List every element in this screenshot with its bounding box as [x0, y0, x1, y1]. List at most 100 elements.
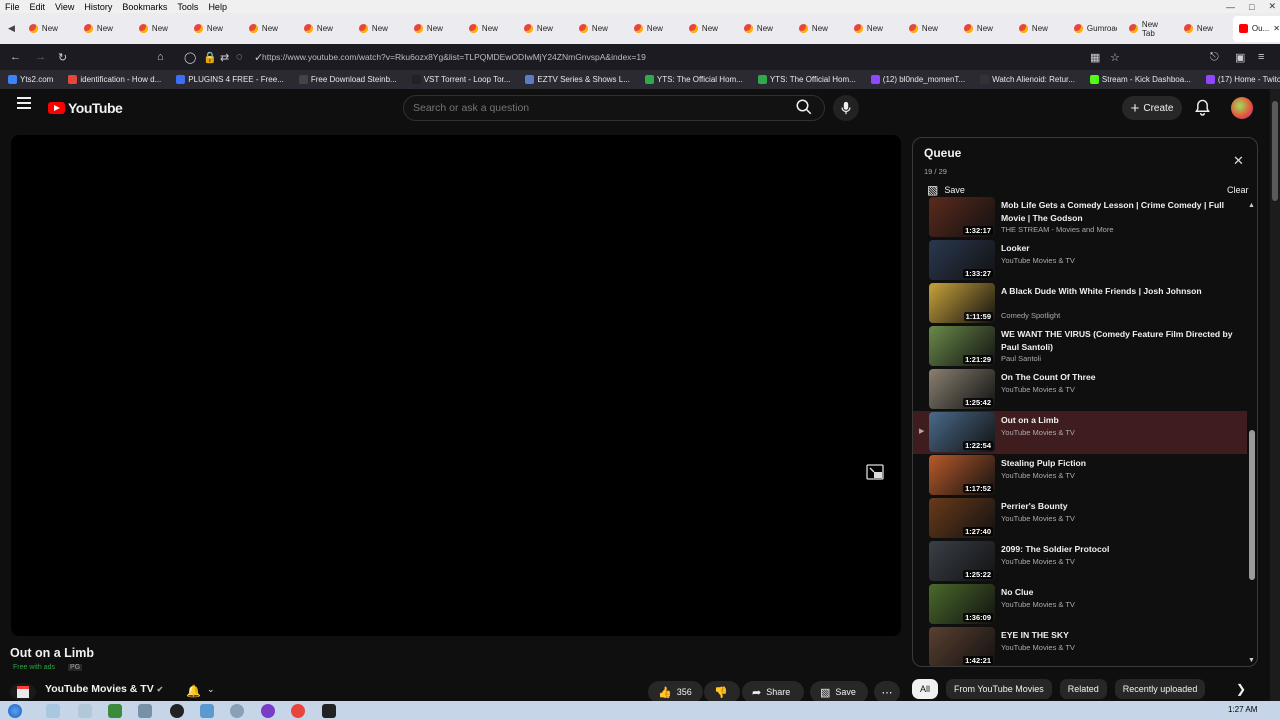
filter-chip[interactable]: From YouTube Movies [946, 679, 1052, 699]
queue-thumbnail[interactable]: 1:17:52 [929, 455, 995, 495]
menu-help[interactable]: Help [203, 2, 232, 12]
bookmark-item[interactable]: Yts2.com [0, 75, 60, 84]
queue-scrollbar[interactable]: ▲ ▼ [1248, 202, 1255, 666]
extensions-icon[interactable]: ⎋ [1210, 44, 1219, 70]
queue-thumbnail[interactable]: 1:22:54 [929, 412, 995, 452]
autoplay-icon[interactable]: ◌ [236, 44, 243, 70]
app-icon[interactable] [200, 704, 214, 718]
search-input[interactable] [413, 102, 773, 114]
menu-history[interactable]: History [79, 2, 117, 12]
avatar[interactable] [1231, 97, 1253, 119]
browser-tab[interactable]: New [1013, 13, 1068, 44]
menu-bookmarks[interactable]: Bookmarks [117, 2, 172, 12]
browser-tab[interactable]: New [78, 13, 133, 44]
menu-file[interactable]: File [0, 2, 25, 12]
browser-tab[interactable]: New [133, 13, 188, 44]
queue-thumbnail[interactable]: 1:21:29 [929, 326, 995, 366]
browser-tab[interactable]: New [298, 13, 353, 44]
chevron-down-icon[interactable]: ⌄ [207, 684, 215, 695]
bookmark-item[interactable]: Stream - Kick Dashboa... [1082, 75, 1198, 84]
queue-item-title[interactable]: WE WANT THE VIRUS (Comedy Feature Film D… [1001, 328, 1236, 353]
save-button[interactable]: ▧ Save [810, 681, 868, 703]
notification-bell-icon[interactable]: 🔔 [186, 684, 201, 698]
home-icon[interactable]: ⌂ [157, 44, 164, 70]
close-window-icon[interactable]: ✕ [1268, 1, 1276, 12]
browser-tab[interactable]: New [573, 13, 628, 44]
bookmark-item[interactable]: Free Download Steinb... [291, 75, 404, 84]
queue-item[interactable]: 1:25:22 2099: The Soldier Protocol YouTube… [913, 540, 1247, 583]
channel-avatar[interactable] [10, 683, 36, 701]
video-player[interactable] [11, 135, 901, 636]
browser-tab[interactable]: New [793, 13, 848, 44]
menu-view[interactable]: View [50, 2, 79, 12]
filter-chip[interactable]: All [912, 679, 939, 699]
dislike-button[interactable]: 👎 [704, 681, 740, 703]
bookmark-item[interactable]: YTS: The Official Hom... [750, 75, 863, 84]
app-icon[interactable] [230, 704, 244, 718]
bookmark-item[interactable]: YTS: The Official Hom... [637, 75, 750, 84]
queue-item[interactable]: 1:32:17 Mob Life Gets a Comedy Lesson | C… [913, 196, 1247, 239]
queue-item[interactable]: 1:33:27 Looker YouTube Movies & TV [913, 239, 1247, 282]
page-scrollbar[interactable] [1270, 89, 1280, 701]
browser-tab[interactable]: New [628, 13, 683, 44]
app-icon[interactable] [108, 704, 122, 718]
queue-thumbnail[interactable]: 1:32:17 [929, 197, 995, 237]
reader-view-icon[interactable]: ▦ [1090, 44, 1100, 70]
more-actions-button[interactable]: ⋯ [874, 681, 900, 703]
url-bar[interactable]: https://www.youtube.com/watch?v=Rku6ozx8… [262, 44, 646, 70]
queue-thumbnail[interactable]: 1:33:27 [929, 240, 995, 280]
browser-tab[interactable]: New [848, 13, 903, 44]
app-icon[interactable] [170, 704, 184, 718]
browser-tab[interactable]: Gumroad [1068, 13, 1123, 44]
browser-tab[interactable]: New [353, 13, 408, 44]
queue-item[interactable]: 1:36:09 No Clue YouTube Movies & TV [913, 583, 1247, 626]
queue-save-button[interactable]: ▧ Save [927, 183, 965, 197]
queue-thumbnail[interactable]: 1:25:22 [929, 541, 995, 581]
explorer-icon[interactable] [46, 704, 60, 718]
menu-edit[interactable]: Edit [25, 2, 51, 12]
queue-item-title[interactable]: On The Count Of Three [1001, 371, 1236, 384]
notifications-bell-icon[interactable] [1195, 99, 1210, 116]
queue-item[interactable]: 1:27:40 Perrier's Bounty YouTube Movies & … [913, 497, 1247, 540]
browser-tab[interactable]: New [243, 13, 298, 44]
bookmark-item[interactable]: (12) bl0nde_momenT... [863, 75, 972, 84]
close-icon[interactable]: ✕ [1233, 153, 1244, 169]
app-icon[interactable] [78, 704, 92, 718]
scroll-down-icon[interactable]: ▼ [1248, 657, 1255, 664]
create-button[interactable]: + Create [1122, 96, 1182, 120]
bookmark-star-icon[interactable]: ☆ [1110, 44, 1120, 70]
shield-icon[interactable]: ◯ [184, 44, 196, 70]
minimize-icon[interactable]: — [1226, 2, 1235, 12]
channel-name[interactable]: YouTube Movies & TV ✔ [45, 683, 163, 695]
extension-icon[interactable]: ▣ [1235, 44, 1245, 70]
browser-tab[interactable]: New Tab [1123, 13, 1178, 44]
menu-tools[interactable]: Tools [172, 2, 203, 12]
close-tab-icon[interactable]: ✕ [1273, 24, 1280, 33]
browser-tab[interactable]: New [23, 13, 78, 44]
back-icon[interactable]: ← [10, 44, 21, 70]
bookmark-item[interactable]: EZTV Series & Shows L... [517, 75, 636, 84]
guide-menu-icon[interactable] [17, 97, 31, 109]
terminal-icon[interactable] [322, 704, 336, 718]
chips-next-icon[interactable]: ❯ [1236, 682, 1246, 696]
bookmark-item[interactable]: identification - How d... [60, 75, 168, 84]
queue-thumbnail[interactable]: 1:27:40 [929, 498, 995, 538]
filter-chip[interactable]: Recently uploaded [1114, 679, 1206, 699]
miniplayer-icon[interactable] [866, 464, 884, 480]
browser-tab[interactable]: New [1178, 13, 1233, 44]
bookmark-item[interactable]: PLUGINS 4 FREE - Free... [168, 75, 291, 84]
like-button[interactable]: 👍 356 [648, 681, 703, 703]
start-icon[interactable] [8, 704, 22, 718]
bookmark-item[interactable]: (17) Home - Twitch [1198, 75, 1280, 84]
tab-active[interactable]: Ou... ✕ [1232, 15, 1280, 42]
queue-item-title[interactable]: Perrier's Bounty [1001, 500, 1236, 513]
app-icon[interactable] [261, 704, 275, 718]
filter-chip[interactable]: Related [1059, 679, 1107, 699]
firefox-icon[interactable] [291, 704, 305, 718]
youtube-logo[interactable]: YouTube [48, 100, 123, 116]
voice-search-button[interactable] [833, 95, 859, 121]
scroll-up-icon[interactable]: ▲ [1248, 202, 1255, 209]
share-button[interactable]: ➦ Share [742, 681, 804, 703]
permissions-icon[interactable]: ⇄ [220, 44, 229, 70]
queue-item-title[interactable]: Looker [1001, 242, 1236, 255]
